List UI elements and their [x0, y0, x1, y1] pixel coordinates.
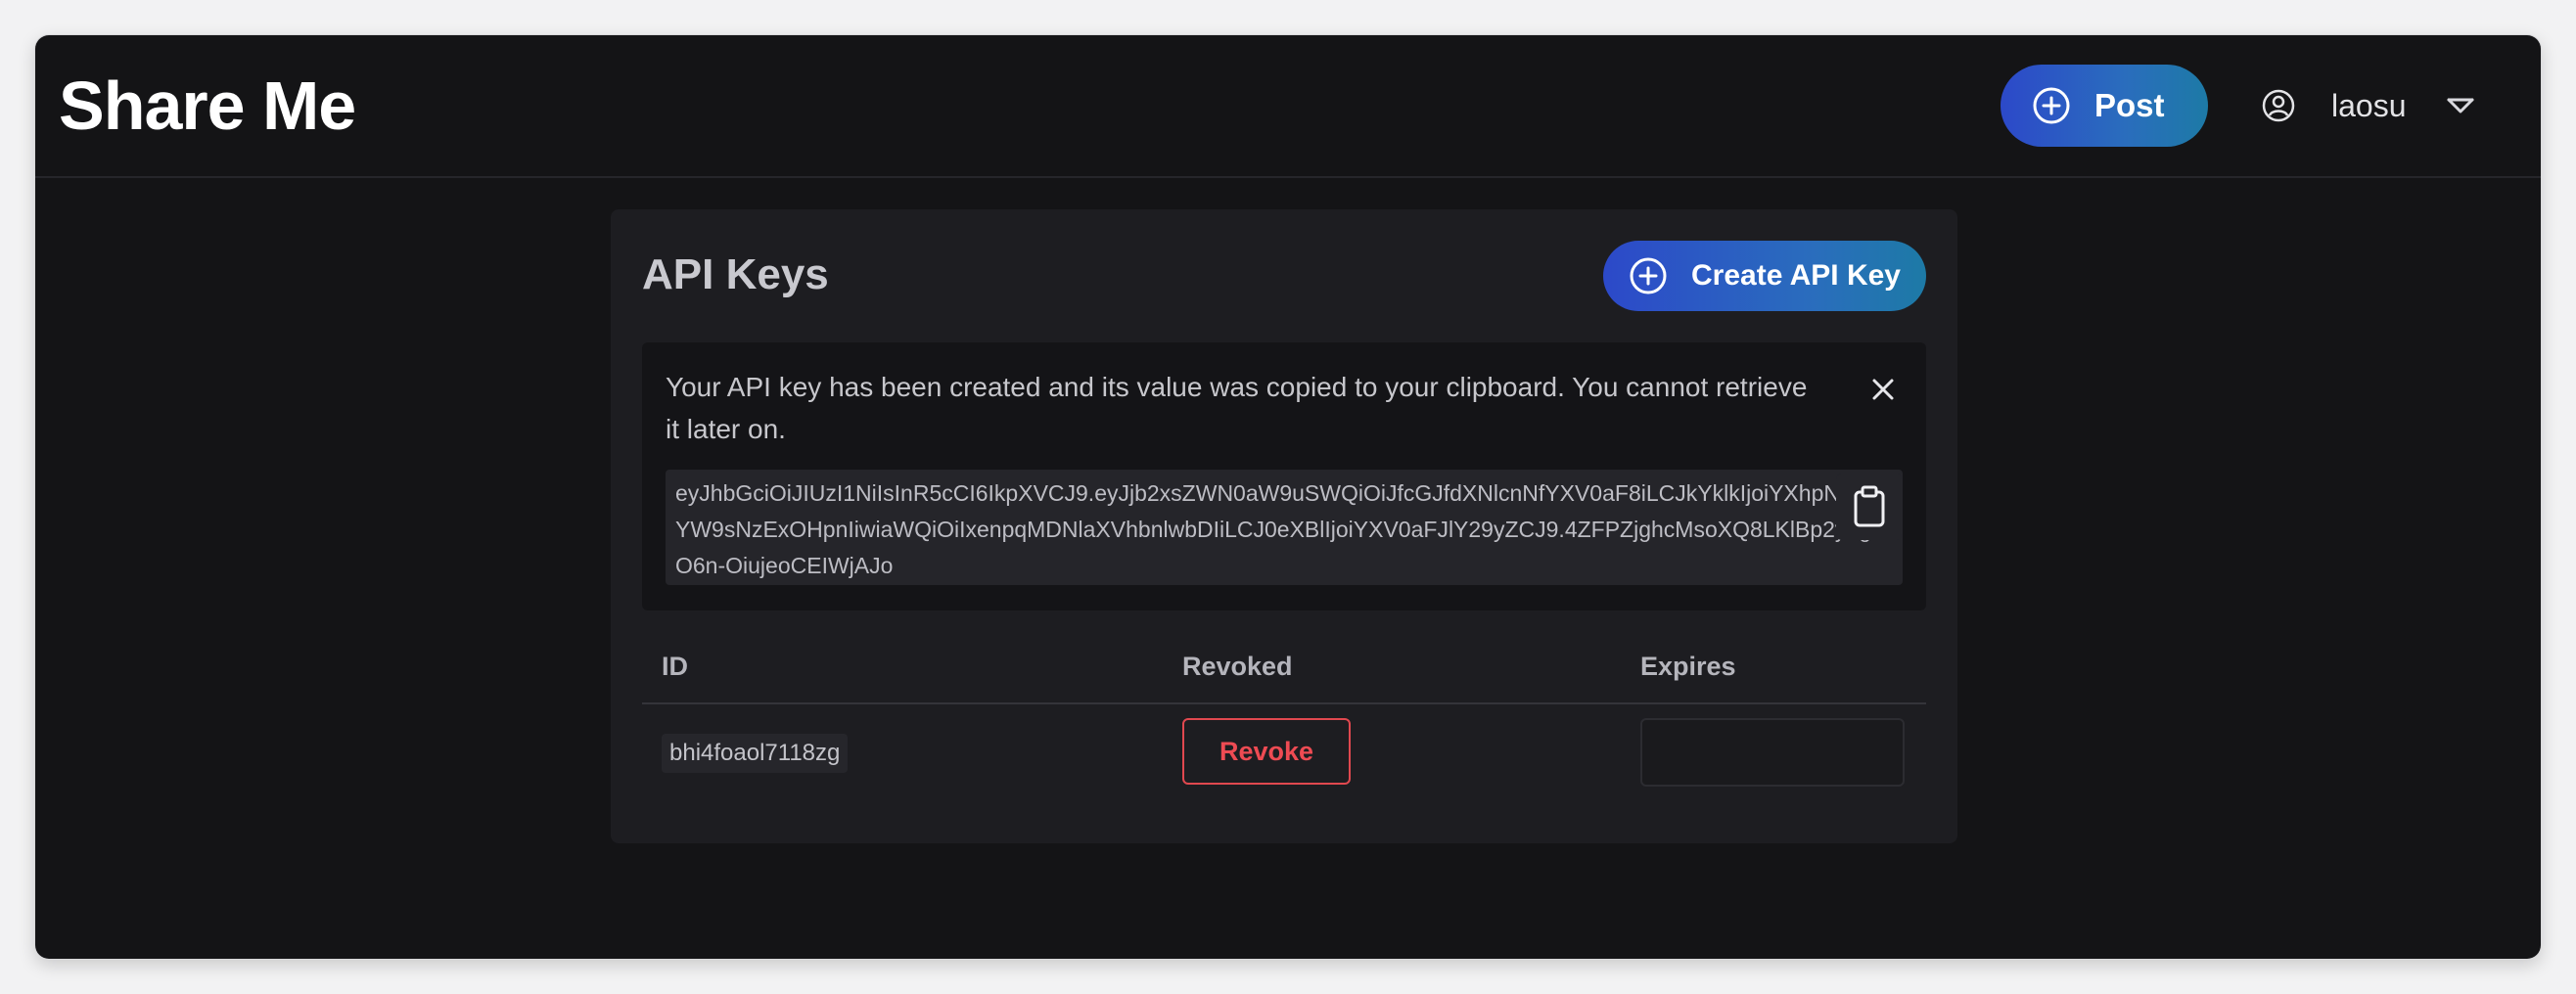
user-circle-icon — [2262, 89, 2295, 122]
post-button[interactable]: Post — [2001, 65, 2208, 147]
user-menu[interactable]: laosu — [2261, 74, 2475, 137]
api-keys-table: ID Revoked Expires bhi4foaol7118zg Revok… — [642, 640, 1926, 802]
revoke-button[interactable]: Revoke — [1182, 718, 1351, 785]
expires-field[interactable] — [1640, 718, 1905, 787]
page-title: API Keys — [642, 250, 829, 298]
create-api-key-button[interactable]: Create API Key — [1603, 241, 1926, 311]
plus-circle-icon — [1630, 257, 1667, 294]
copy-key-button[interactable] — [1836, 474, 1903, 540]
clipboard-icon — [1854, 485, 1885, 527]
top-navbar: Share Me Post laosu — [35, 35, 2541, 178]
column-header-id: ID — [662, 652, 688, 681]
brand-title[interactable]: Share Me — [59, 67, 356, 145]
column-header-revoked: Revoked — [1182, 652, 1293, 681]
table-header: ID Revoked Expires — [642, 640, 1926, 704]
username-label: laosu — [2331, 87, 2407, 123]
api-key-value[interactable]: eyJhbGciOiJIUzI1NiIsInR5cCI6IkpXVCJ9.eyJ… — [675, 475, 1887, 584]
column-header-expires: Expires — [1640, 652, 1736, 681]
table-row: bhi4foaol7118zg Revoke — [642, 704, 1926, 802]
alert-message: Your API key has been created and its va… — [666, 372, 1808, 444]
chevron-down-icon[interactable] — [2446, 96, 2475, 115]
create-api-key-label: Create API Key — [1691, 259, 1901, 292]
api-key-value-box[interactable]: eyJhbGciOiJIUzI1NiIsInR5cCI6IkpXVCJ9.eyJ… — [666, 470, 1903, 585]
close-icon[interactable] — [1869, 376, 1897, 403]
api-key-id: bhi4foaol7118zg — [662, 734, 849, 773]
plus-circle-icon — [2033, 87, 2070, 124]
api-key-created-alert: Your API key has been created and its va… — [642, 342, 1926, 610]
post-button-label: Post — [2094, 87, 2165, 123]
app-window: Share Me Post laosu API Keys Create API … — [35, 35, 2541, 959]
api-keys-panel: API Keys Create API Key Your API key has… — [611, 209, 1957, 843]
